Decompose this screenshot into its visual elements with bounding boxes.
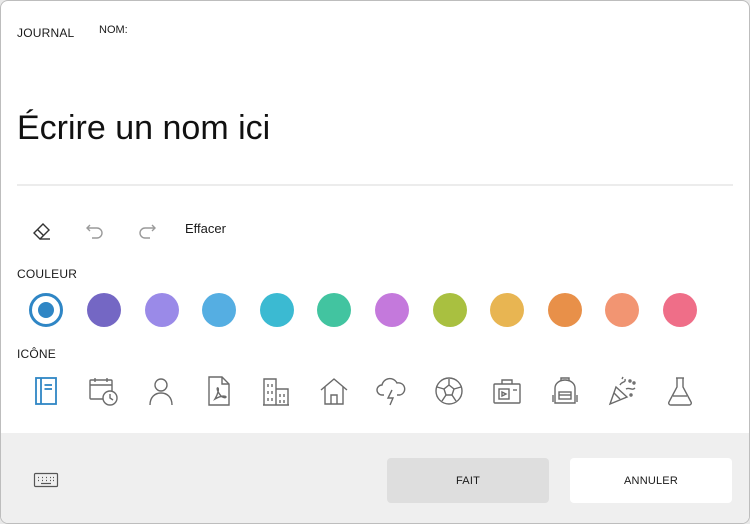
keyboard-icon[interactable] — [33, 471, 59, 489]
color-swatch[interactable] — [260, 293, 294, 327]
storm-cloud-icon[interactable] — [373, 373, 409, 409]
cancel-button[interactable]: ANNULER — [570, 458, 732, 503]
done-button[interactable]: FAIT — [387, 458, 549, 503]
divider — [17, 184, 733, 186]
name-label: NOM: — [99, 24, 128, 36]
notebook-dialog: JOURNAL NOM: Effacer COULEUR ICÔNE — [0, 0, 750, 524]
notebook-icon[interactable] — [28, 373, 64, 409]
color-swatch[interactable] — [490, 293, 524, 327]
soccer-ball-icon[interactable] — [431, 373, 467, 409]
eraser-icon[interactable] — [28, 216, 56, 244]
color-swatch[interactable] — [663, 293, 697, 327]
color-swatch-selected[interactable] — [29, 293, 63, 327]
person-icon[interactable] — [143, 373, 179, 409]
party-popper-icon[interactable] — [604, 373, 640, 409]
color-section-label: COULEUR — [17, 267, 78, 281]
calendar-clock-icon[interactable] — [85, 373, 121, 409]
clear-button[interactable]: Effacer — [185, 221, 226, 236]
building-icon[interactable] — [258, 373, 294, 409]
color-swatch[interactable] — [87, 293, 121, 327]
name-input[interactable] — [17, 103, 727, 153]
undo-icon[interactable] — [81, 216, 109, 244]
color-swatch[interactable] — [605, 293, 639, 327]
color-swatch[interactable] — [548, 293, 582, 327]
flask-icon[interactable] — [662, 373, 698, 409]
selected-dot — [38, 302, 54, 318]
section-label-journal: JOURNAL — [17, 26, 75, 40]
color-swatch[interactable] — [145, 293, 179, 327]
pdf-document-icon[interactable] — [201, 373, 237, 409]
suitcase-icon[interactable] — [489, 373, 525, 409]
redo-icon[interactable] — [133, 216, 161, 244]
color-swatch[interactable] — [202, 293, 236, 327]
color-swatch[interactable] — [433, 293, 467, 327]
icon-section-label: ICÔNE — [17, 347, 57, 361]
color-swatch[interactable] — [375, 293, 409, 327]
color-swatch[interactable] — [317, 293, 351, 327]
backpack-icon[interactable] — [547, 373, 583, 409]
home-icon[interactable] — [316, 373, 352, 409]
